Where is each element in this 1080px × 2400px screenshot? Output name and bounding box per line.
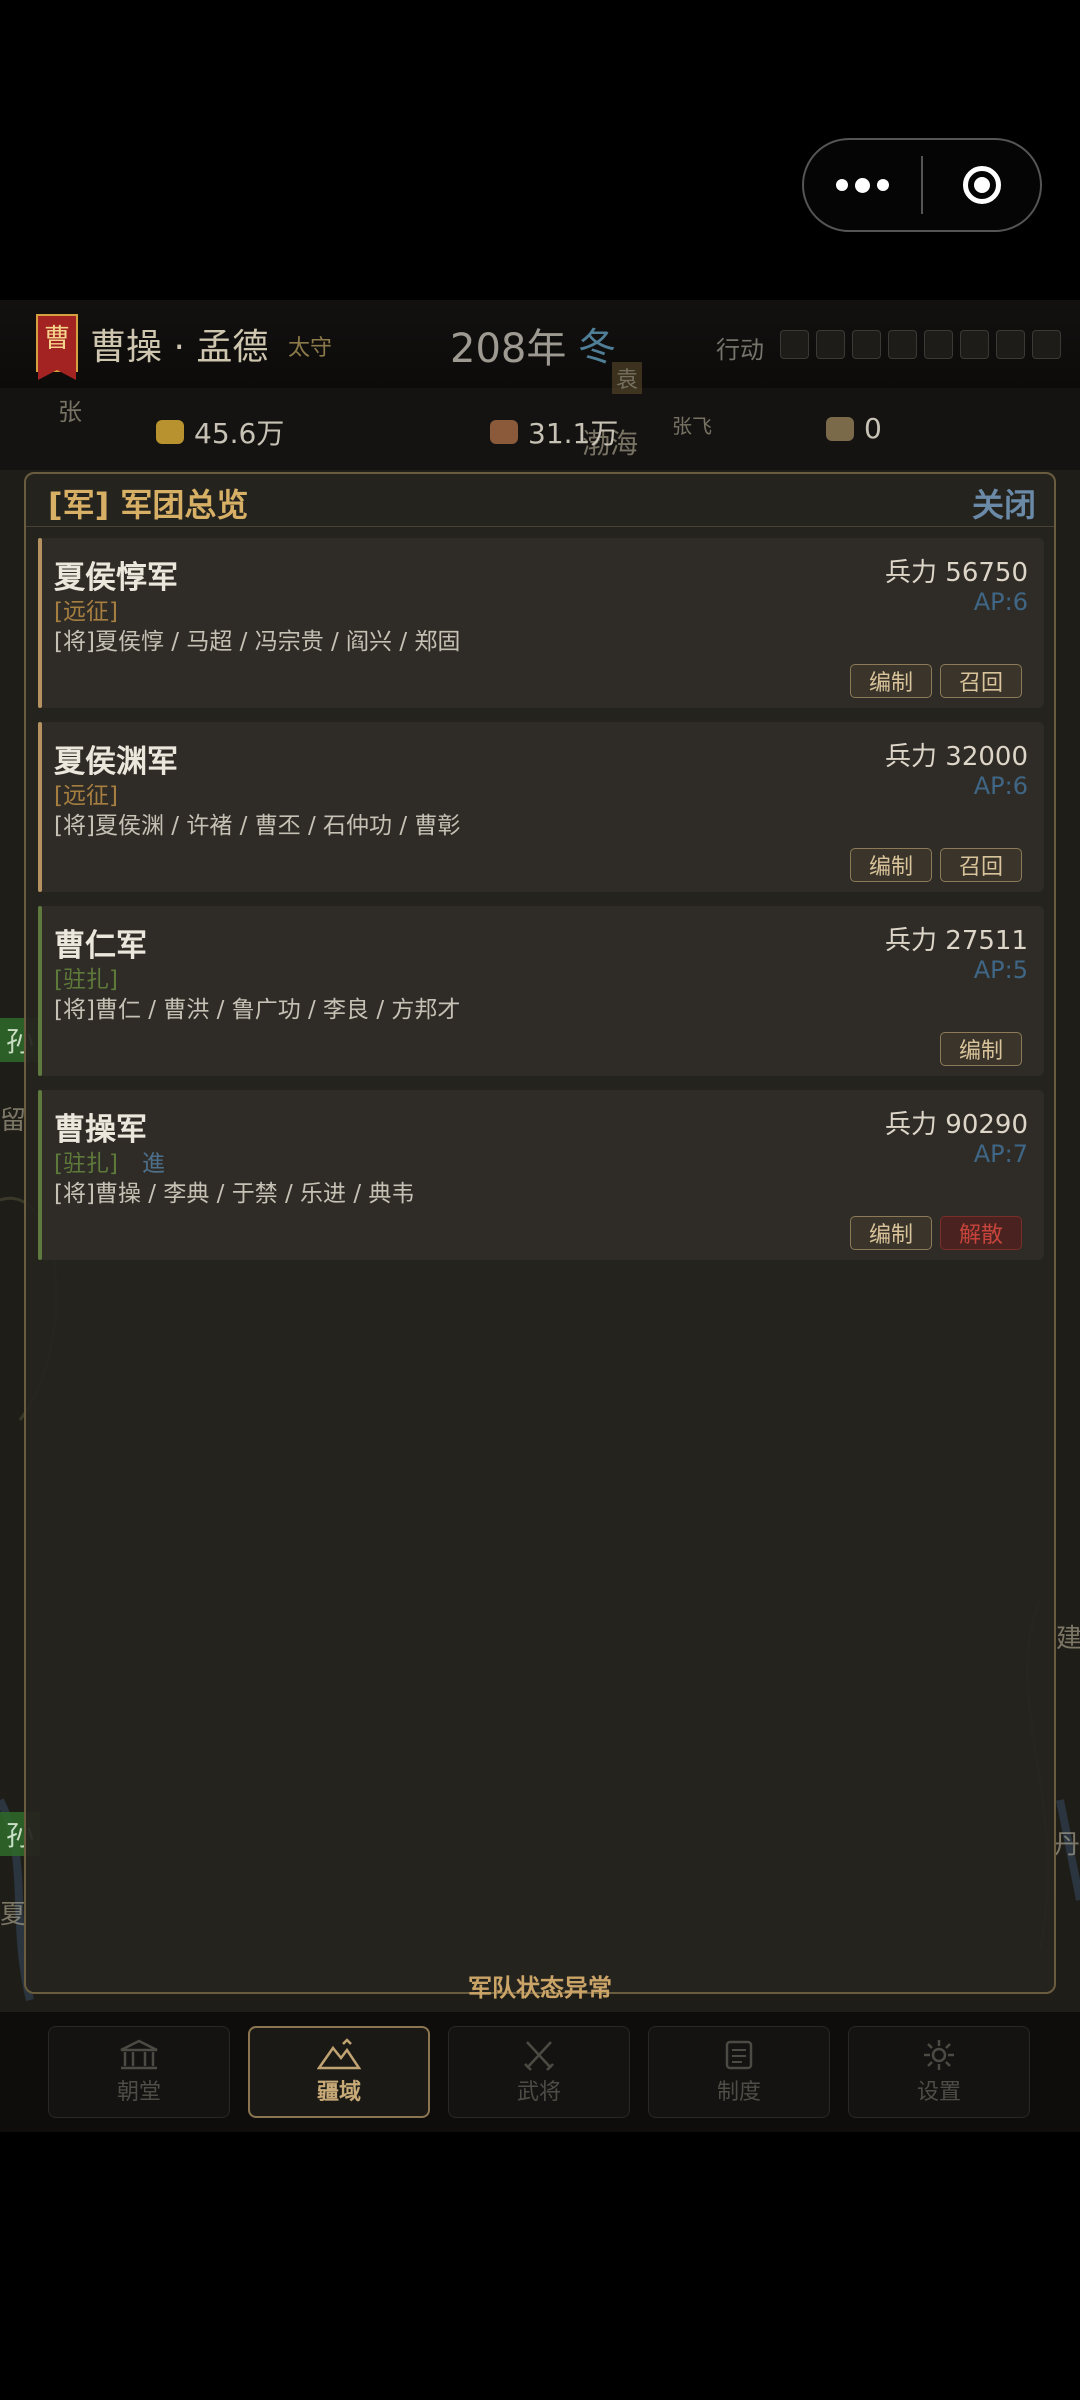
army-overview-modal: [军] 军团总览 关闭 夏侯惇军 [远征] [将]夏侯惇 / 马超 / 冯宗贵 … xyxy=(24,472,1056,2002)
action-points-label: 行动 xyxy=(716,336,764,364)
gold-value: 45.6万 xyxy=(194,417,285,450)
army-status: [驻扎] xyxy=(54,967,118,993)
action-slot xyxy=(924,330,953,359)
organize-button[interactable]: 编制 xyxy=(850,848,932,882)
food-resource: 31.1万 xyxy=(490,412,618,452)
status-accent-bar xyxy=(38,906,42,1076)
army-name: 夏侯惇军 xyxy=(54,560,178,596)
army-status: [驻扎] xyxy=(54,1151,118,1177)
territory-mountain-icon xyxy=(317,2038,361,2072)
army-generals: [将]曹操 / 李典 / 于禁 / 乐进 / 典韦 xyxy=(54,1181,415,1207)
nav-label: 朝堂 xyxy=(116,2080,161,2105)
action-slot xyxy=(816,330,845,359)
army-card[interactable]: 夏侯渊军 [远征] [将]夏侯渊 / 许褚 / 曹丕 / 石仲功 / 曹彰 兵力… xyxy=(38,722,1044,892)
map-label-jian: 建 xyxy=(1056,1624,1080,1654)
top-status-bar: 曹 曹操 · 孟德 太守 208年 冬 行动 xyxy=(0,300,1080,388)
nav-territory[interactable]: 疆域 xyxy=(248,2026,430,2118)
army-generals: [将]曹仁 / 曹洪 / 鲁广功 / 李良 / 方邦才 xyxy=(54,997,461,1023)
map-label-liu: 留 xyxy=(0,1106,27,1136)
horse-icon xyxy=(826,416,854,441)
court-hall-icon xyxy=(117,2038,161,2072)
army-ap: AP:7 xyxy=(973,1140,1028,1168)
army-ap: AP:5 xyxy=(973,956,1028,984)
army-status-warning: 军队状态异常 xyxy=(468,1974,612,2002)
army-status: [远征] xyxy=(54,783,118,809)
horse-value: 0 xyxy=(864,412,882,445)
current-year: 208年 xyxy=(450,326,567,372)
bottom-navigation: 朝堂 疆域 武将 制度 设置 xyxy=(0,2012,1080,2132)
army-troops: 兵力 27511 xyxy=(885,926,1028,956)
organize-button[interactable]: 编制 xyxy=(940,1032,1022,1066)
army-troops: 兵力 56750 xyxy=(885,558,1028,588)
army-generals: [将]夏侯惇 / 马超 / 冯宗贵 / 阎兴 / 郑固 xyxy=(54,629,461,655)
current-season: 冬 xyxy=(578,325,617,369)
close-miniprogram-icon[interactable] xyxy=(923,140,1040,230)
army-troops: 兵力 32000 xyxy=(885,742,1028,772)
status-accent-bar xyxy=(38,1090,42,1260)
more-options-icon[interactable] xyxy=(804,140,921,230)
army-generals: [将]夏侯渊 / 许褚 / 曹丕 / 石仲功 / 曹彰 xyxy=(54,813,461,839)
ruler-title: 太守 xyxy=(288,336,333,361)
action-slot xyxy=(1032,330,1061,359)
map-label-dan: 丹 xyxy=(1054,1830,1080,1860)
status-accent-bar xyxy=(38,538,42,708)
army-name: 曹操军 xyxy=(54,1112,147,1148)
map-label-xia: 夏 xyxy=(0,1900,27,1930)
army-name: 夏侯渊军 xyxy=(54,744,178,780)
disband-button[interactable]: 解散 xyxy=(940,1216,1022,1250)
nav-generals[interactable]: 武将 xyxy=(448,2026,630,2118)
gold-ingot-icon xyxy=(156,420,184,444)
action-slot xyxy=(852,330,881,359)
action-slot xyxy=(996,330,1025,359)
nav-system[interactable]: 制度 xyxy=(648,2026,830,2118)
army-card[interactable]: 曹仁军 [驻扎] [将]曹仁 / 曹洪 / 鲁广功 / 李良 / 方邦才 兵力 … xyxy=(38,906,1044,1076)
action-points-meter xyxy=(780,330,1061,359)
scroll-icon xyxy=(717,2038,761,2072)
faction-banner-icon: 曹 xyxy=(36,314,78,380)
gold-resource: 45.6万 xyxy=(156,412,284,452)
miniprogram-capsule xyxy=(802,138,1042,232)
crossed-swords-icon xyxy=(517,2038,561,2072)
army-advance-tag: 進 xyxy=(142,1151,165,1177)
action-slot xyxy=(960,330,989,359)
map-label-zhangfei: 张飞 xyxy=(672,414,712,438)
modal-header: [军] 军团总览 关闭 xyxy=(26,474,1054,527)
nav-label: 设置 xyxy=(916,2080,961,2105)
granary-icon xyxy=(490,420,518,444)
organize-button[interactable]: 编制 xyxy=(850,664,932,698)
nav-label: 疆域 xyxy=(316,2080,361,2105)
ruler-name: 曹操 · 孟德 xyxy=(90,327,269,368)
organize-button[interactable]: 编制 xyxy=(850,1216,932,1250)
army-name: 曹仁军 xyxy=(54,928,147,964)
modal-title: [军] 军团总览 xyxy=(48,486,249,524)
gear-icon xyxy=(917,2038,961,2072)
army-ap: AP:6 xyxy=(973,772,1028,800)
resource-bar: 张 渤海 张飞 袁 45.6万 31.1万 0 xyxy=(0,362,1080,470)
recall-button[interactable]: 召回 xyxy=(940,664,1022,698)
nav-settings[interactable]: 设置 xyxy=(848,2026,1030,2118)
close-button[interactable]: 关闭 xyxy=(972,480,1036,526)
nav-label: 制度 xyxy=(716,2080,761,2105)
army-card[interactable]: 曹操军 [驻扎] 進 [将]曹操 / 李典 / 于禁 / 乐进 / 典韦 兵力 … xyxy=(38,1090,1044,1260)
army-status: [远征] xyxy=(54,599,118,625)
food-value: 31.1万 xyxy=(528,417,619,450)
army-card[interactable]: 夏侯惇军 [远征] [将]夏侯惇 / 马超 / 冯宗贵 / 阎兴 / 郑固 兵力… xyxy=(38,538,1044,708)
map-label-zhang: 张 xyxy=(58,398,82,426)
nav-label: 武将 xyxy=(516,2080,561,2105)
action-slot xyxy=(780,330,809,359)
army-troops: 兵力 90290 xyxy=(885,1110,1028,1140)
recall-button[interactable]: 召回 xyxy=(940,848,1022,882)
horse-resource: 0 xyxy=(826,412,882,445)
status-accent-bar xyxy=(38,722,42,892)
nav-court[interactable]: 朝堂 xyxy=(48,2026,230,2118)
army-ap: AP:6 xyxy=(973,588,1028,616)
map-label-yuan: 袁 xyxy=(612,362,643,394)
action-slot xyxy=(888,330,917,359)
